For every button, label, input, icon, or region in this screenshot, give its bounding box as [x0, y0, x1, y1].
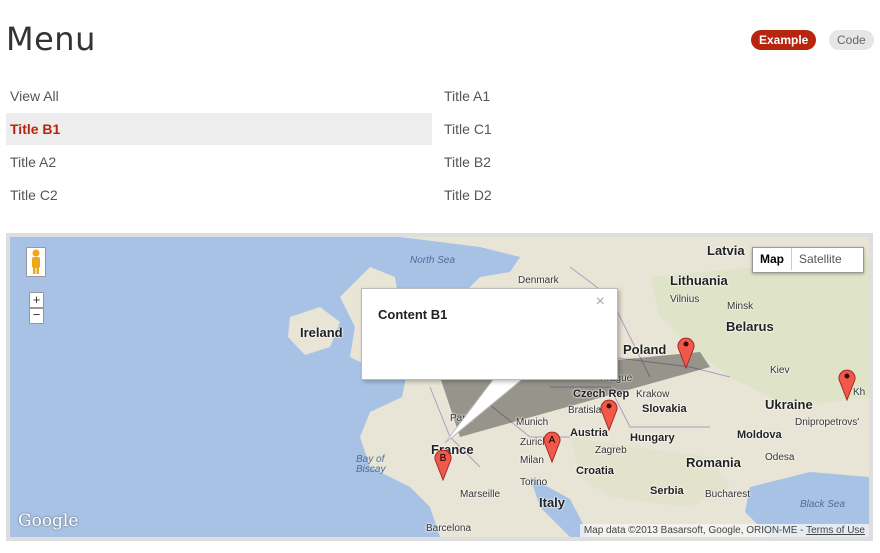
map-label: Lithuania [670, 273, 728, 288]
map-label: Poland [623, 342, 667, 357]
menu-item-title-d2[interactable]: Title D2 [440, 179, 864, 211]
map-label: Zagreb [595, 445, 627, 456]
map-label: Romania [686, 455, 741, 470]
menu-item-title-a1[interactable]: Title A1 [440, 80, 864, 112]
map-label: Bucharest [705, 489, 751, 500]
menu-item-title-b1[interactable]: Title B1 [6, 113, 432, 145]
map-label: Serbia [650, 485, 684, 497]
menu-item-title-c1[interactable]: Title C1 [440, 113, 864, 145]
map-label: Dnipropetrovs' [795, 417, 860, 428]
map-label: Marseille [460, 489, 501, 500]
map-label: Slovakia [642, 403, 687, 415]
map-label: Krakow [636, 389, 670, 400]
map-label: Latvia [707, 243, 745, 258]
map-marker-b[interactable]: B [433, 447, 453, 481]
map-attribution: Map data ©2013 Basarsoft, Google, ORION-… [579, 524, 869, 537]
code-tab-button[interactable]: Code [829, 30, 874, 50]
marker-label: A [549, 435, 556, 446]
close-icon[interactable]: × [596, 293, 605, 311]
map-type-satellite-button[interactable]: Satellite [792, 248, 849, 270]
map-label: Odesa [765, 452, 795, 463]
map-marker[interactable] [676, 335, 696, 369]
map-type-map-button[interactable]: Map [753, 248, 792, 270]
map-label: Moldova [737, 429, 782, 441]
zoom-out-button[interactable]: − [29, 308, 44, 324]
map-label: Black Sea [800, 499, 846, 510]
map-label: Belarus [726, 319, 774, 334]
map-label: North Sea [410, 255, 456, 266]
menu-item-title-c2[interactable]: Title C2 [6, 179, 432, 211]
pegman-icon[interactable] [26, 247, 46, 277]
map-label: Torino [520, 477, 548, 488]
info-window: Content B1 × [361, 288, 618, 380]
map-canvas[interactable]: + − Map Satellite North Sea Denmark Latvi… [10, 237, 869, 537]
map-label: Italy [539, 495, 566, 510]
map-label: Milan [520, 455, 544, 466]
terms-of-use-link[interactable]: Terms of Use [806, 525, 865, 536]
menu-item-title-b2[interactable]: Title B2 [440, 146, 864, 178]
menu-item-title-a2[interactable]: Title A2 [6, 146, 432, 178]
map-label: Vilnius [670, 294, 700, 305]
map-label: Hungary [630, 432, 675, 444]
page-title: Menu [6, 20, 96, 58]
map-label: Bay of Biscay [356, 454, 386, 475]
map-label: Kiev [770, 365, 790, 376]
marker-label: B [440, 453, 447, 464]
map-label: Croatia [576, 465, 614, 477]
map-label: Ukraine [765, 397, 813, 412]
menu-item-view-all[interactable]: View All [6, 80, 432, 112]
map-marker-a[interactable]: A [542, 429, 562, 463]
info-window-content: Content B1 [378, 307, 448, 322]
map-marker[interactable] [837, 367, 857, 401]
map-type-control: Map Satellite [752, 247, 864, 273]
map-label: Ireland [300, 325, 343, 340]
example-tab-button[interactable]: Example [751, 30, 817, 50]
attribution-text: Map data ©2013 Basarsoft, Google, ORION-… [583, 525, 807, 536]
map-label: Barcelona [426, 523, 472, 534]
map-frame: + − Map Satellite North Sea Denmark Latvi… [6, 233, 873, 541]
zoom-in-button[interactable]: + [29, 292, 44, 308]
google-logo[interactable]: Google [18, 511, 78, 531]
map-label: Minsk [727, 301, 754, 312]
map-label: Denmark [518, 275, 559, 286]
map-marker[interactable] [599, 397, 619, 431]
info-window-tail [444, 377, 526, 444]
